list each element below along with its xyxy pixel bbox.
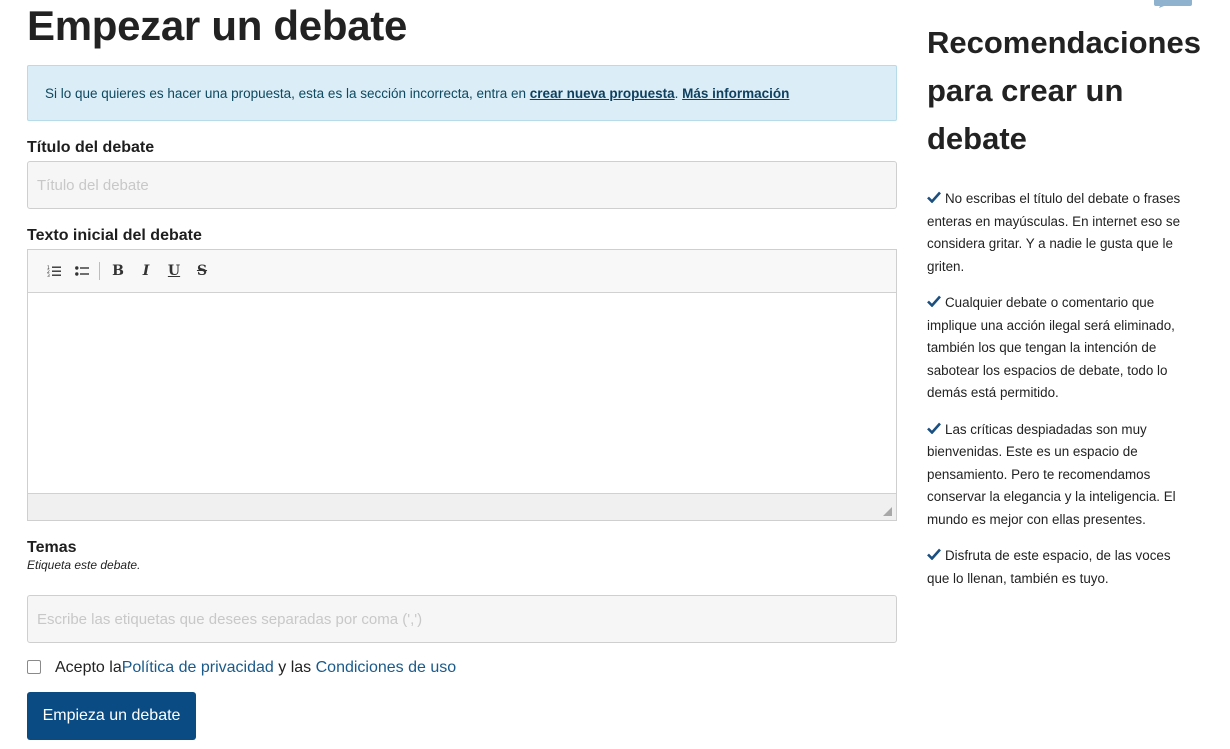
tags-input[interactable] — [27, 595, 897, 643]
recommendation-item: No escribas el título del debate o frase… — [927, 188, 1195, 278]
terms-prefix: Acepto la — [55, 659, 122, 676]
terms-of-use-link[interactable]: Condiciones de uso — [316, 659, 457, 677]
bullet-list-icon — [75, 266, 89, 276]
bullet-list-button[interactable] — [68, 259, 96, 283]
checkmark-icon — [927, 548, 941, 560]
toolbar-separator — [99, 262, 100, 280]
sidebar-title: Recomendaciones para crear un debate — [927, 25, 1201, 156]
checkmark-icon — [927, 422, 941, 434]
resize-handle-icon[interactable] — [883, 507, 892, 516]
ordered-list-button[interactable]: 1 2 3 — [40, 259, 68, 283]
body-field-label: Texto inicial del debate — [27, 227, 202, 244]
recommendation-text: Las críticas despiadadas son muy bienven… — [927, 421, 1176, 527]
rich-text-editor: 1 2 3 B I U S — [27, 249, 897, 521]
checkmark-icon — [927, 295, 941, 307]
italic-button[interactable]: I — [132, 259, 160, 283]
bold-icon: B — [112, 263, 124, 279]
recommendation-text: Cualquier debate o comentario que impliq… — [927, 295, 1175, 400]
start-debate-button[interactable]: Empieza un debate — [27, 692, 196, 740]
info-callout: Si lo que quieres es hacer una propuesta… — [27, 65, 897, 121]
strikethrough-icon: S — [196, 263, 208, 279]
title-field-label: Título del debate — [27, 139, 155, 156]
callout-text: Si lo que quieres es hacer una propuesta… — [45, 86, 789, 101]
recommendation-text: Disfruta de este espacio, de las voces q… — [927, 548, 1171, 586]
debate-title-input[interactable] — [27, 161, 897, 209]
recommendation-item: Disfruta de este espacio, de las voces q… — [927, 545, 1195, 590]
editor-toolbar: 1 2 3 B I U S — [28, 250, 896, 293]
privacy-policy-link[interactable]: Política de privacidad — [122, 659, 274, 677]
italic-icon: I — [142, 263, 150, 279]
recommendation-item: Cualquier debate o comentario que impliq… — [927, 292, 1195, 405]
recommendation-item: Las críticas despiadadas son muy bienven… — [927, 419, 1195, 532]
callout-message: Si lo que quieres es hacer una propuesta… — [45, 85, 530, 101]
comment-bubble-icon — [1154, 0, 1192, 8]
page-title: Empezar un debate — [27, 2, 407, 49]
underline-icon: U — [167, 263, 181, 279]
terms-row: Acepto la Política de privacidad y las C… — [27, 659, 456, 677]
ordered-list-icon: 1 2 3 — [47, 265, 61, 277]
more-info-link[interactable]: Más información — [682, 86, 789, 101]
editor-text-area[interactable] — [28, 293, 896, 493]
underline-button[interactable]: U — [160, 259, 188, 283]
svg-text:3: 3 — [47, 273, 50, 277]
editor-statusbar — [28, 493, 896, 520]
terms-middle: y las — [273, 659, 316, 676]
create-proposal-link[interactable]: crear nueva propuesta — [530, 86, 675, 101]
callout-separator: . — [674, 85, 683, 101]
strikethrough-button[interactable]: S — [188, 259, 216, 283]
recommendation-text: No escribas el título del debate o frase… — [927, 191, 1181, 274]
terms-checkbox[interactable] — [27, 660, 41, 674]
tags-field-label: Temas — [27, 539, 77, 556]
recommendations-list: No escribas el título del debate o frase… — [927, 188, 1195, 604]
bold-button[interactable]: B — [104, 259, 132, 283]
checkmark-icon — [927, 191, 941, 203]
tags-help-text: Etiqueta este debate. — [27, 558, 141, 572]
